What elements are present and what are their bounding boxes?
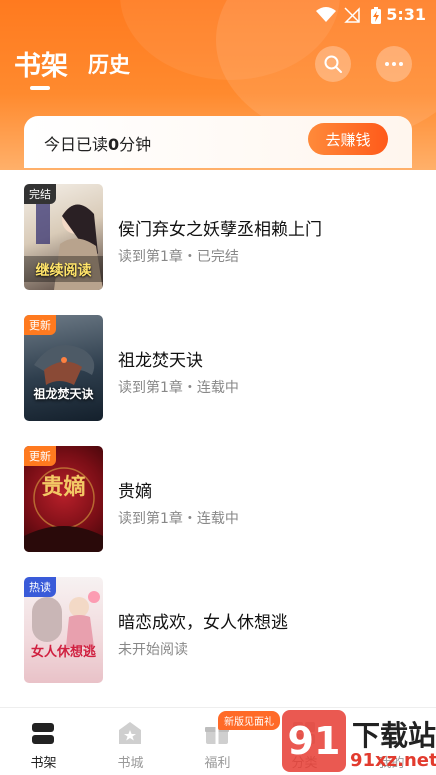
book-badge: 热读 — [24, 577, 56, 597]
status-time: 5:31 — [386, 5, 426, 24]
reading-today-suffix: 分钟 — [119, 135, 152, 154]
svg-text:91: 91 — [288, 719, 341, 763]
cover-title: 贵嫡 — [41, 475, 86, 500]
reading-today-value: 0 — [108, 135, 120, 154]
reading-today-text: 今日已读0分钟 — [44, 131, 151, 155]
watermark-url: 91xz.net — [350, 750, 436, 771]
bookshelf-icon — [32, 723, 54, 744]
header: 5:31 书架 历史 今日已读0分钟 去赚钱 — [0, 0, 436, 170]
reading-time-card: 今日已读0分钟 去赚钱 — [24, 116, 412, 168]
book-title[interactable]: 暗恋成欢，女人休想逃 — [118, 608, 288, 633]
nav-label: 福利 — [204, 756, 231, 771]
book-item[interactable]: 更新 贵嫡 贵嫡 读到第1章・连载中 — [0, 446, 436, 556]
book-item[interactable]: 完结 继续阅读 侯门弃女之妖孽丞相赖上门 读到第1章・已完结 — [0, 184, 436, 294]
book-progress: 未开始阅读 — [118, 642, 188, 658]
earn-money-button[interactable]: 去赚钱 — [308, 123, 388, 155]
reading-today-prefix: 今日已读 — [44, 135, 109, 154]
book-progress: 读到第1章・连载中 — [118, 511, 239, 527]
active-tab-indicator — [30, 86, 50, 90]
book-badge: 更新 — [24, 446, 56, 466]
book-progress: 读到第1章・已完结 — [118, 249, 239, 265]
book-item[interactable]: 热读 女人休想逃 暗恋成欢，女人休想逃 未开始阅读 — [0, 577, 436, 687]
more-button[interactable] — [376, 46, 412, 82]
book-badge: 更新 — [24, 315, 56, 335]
nav-bookshelf[interactable]: 书架 — [0, 708, 87, 775]
book-title[interactable]: 贵嫡 — [118, 477, 152, 502]
book-cover[interactable]: 更新 祖龙焚天诀 — [24, 315, 103, 421]
bookstore-icon — [119, 722, 141, 744]
wifi-icon — [316, 7, 336, 22]
search-button[interactable] — [315, 46, 351, 82]
continue-reading-label: 继续阅读 — [35, 263, 92, 279]
search-icon — [324, 55, 342, 73]
cover-title: 女人休想逃 — [30, 645, 96, 660]
nav-bookstore[interactable]: 书城 — [87, 708, 174, 775]
book-item[interactable]: 更新 祖龙焚天诀 祖龙焚天诀 读到第1章・连载中 — [0, 315, 436, 425]
watermark-text: 下载站 — [352, 719, 436, 752]
cover-title: 祖龙焚天诀 — [33, 387, 94, 401]
book-title[interactable]: 侯门弃女之妖孽丞相赖上门 — [118, 215, 322, 240]
book-title[interactable]: 祖龙焚天诀 — [118, 346, 203, 371]
nav-label: 书城 — [117, 756, 144, 771]
book-progress: 读到第1章・连载中 — [118, 380, 239, 396]
tab-bookshelf[interactable]: 书架 — [14, 44, 68, 83]
no-signal-icon — [344, 7, 360, 23]
battery-icon — [371, 7, 381, 24]
nav-label: 书架 — [30, 756, 57, 771]
book-cover[interactable]: 更新 贵嫡 — [24, 446, 103, 552]
status-bar: 5:31 — [0, 0, 436, 30]
tab-history[interactable]: 历史 — [88, 49, 130, 79]
book-badge: 完结 — [24, 184, 56, 204]
book-cover[interactable]: 完结 继续阅读 — [24, 184, 103, 290]
book-cover[interactable]: 热读 女人休想逃 — [24, 577, 103, 683]
promo-tag: 新版见面礼 — [218, 711, 280, 730]
watermark: 91 下载站 91xz.net — [282, 706, 436, 775]
more-icon — [385, 62, 403, 66]
